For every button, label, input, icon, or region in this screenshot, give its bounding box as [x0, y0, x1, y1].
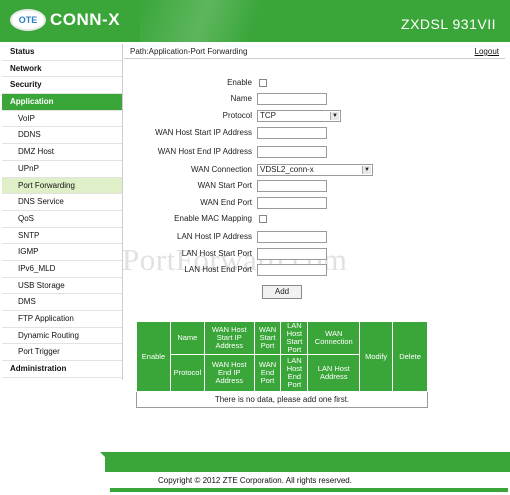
- sidebar-item-ipv6-mld[interactable]: IPv6_MLD: [2, 261, 122, 278]
- wan-start-port-input[interactable]: [257, 180, 327, 192]
- sidebar-item-igmp[interactable]: IGMP: [2, 244, 122, 261]
- sidebar-item-dmz-host[interactable]: DMZ Host: [2, 144, 122, 161]
- col-wan-start-port: WAN Start Port: [253, 321, 282, 355]
- breadcrumb-path: Path:Application-Port Forwarding: [130, 47, 248, 56]
- sidebar-item-dynamic-routing[interactable]: Dynamic Routing: [2, 328, 122, 345]
- row-lan-ip: LAN Host IP Address: [124, 231, 504, 245]
- col-name: Name: [169, 321, 205, 355]
- lan-start-port-label: LAN Host Start Port: [181, 249, 252, 258]
- wan-connection-select[interactable]: VDSL2_conn-x ▼: [257, 164, 373, 176]
- sidebar-item-voip[interactable]: VoIP: [2, 111, 122, 128]
- breadcrumb: Path:Application-Port Forwarding Logout: [124, 45, 505, 59]
- sidebar-item-port-trigger[interactable]: Port Trigger: [2, 344, 122, 362]
- footer: Copyright © 2012 ZTE Corporation. All ri…: [0, 452, 510, 495]
- wan-start-ip-input[interactable]: [257, 127, 327, 139]
- sidebar-item-qos[interactable]: QoS: [2, 211, 122, 228]
- lan-end-port-input[interactable]: [257, 264, 327, 276]
- col-lan-end-port: LAN Host End Port: [280, 354, 309, 392]
- enable-checkbox[interactable]: [259, 79, 267, 87]
- col-protocol: Protocol: [169, 354, 205, 392]
- sidebar-item-sntp[interactable]: SNTP: [2, 228, 122, 245]
- sidebar-item-dns-service[interactable]: DNS Service: [2, 194, 122, 211]
- sidebar-item-administration[interactable]: Administration: [2, 361, 122, 378]
- header-decoration: [140, 0, 300, 42]
- row-enable-mac: Enable MAC Mapping: [124, 213, 504, 227]
- enable-mac-label: Enable MAC Mapping: [174, 214, 252, 223]
- row-name: Name: [124, 93, 504, 107]
- lan-start-port-input[interactable]: [257, 248, 327, 260]
- col-wan-end-ip: WAN Host End IP Address: [203, 354, 255, 392]
- wan-connection-select-value: VDSL2_conn-x: [260, 165, 314, 174]
- row-enable: Enable: [124, 77, 504, 91]
- ote-logo-badge: OTE: [10, 9, 46, 31]
- sidebar-item-application[interactable]: Application: [2, 94, 122, 111]
- name-label: Name: [230, 94, 252, 103]
- sidebar-item-network[interactable]: Network: [2, 61, 122, 78]
- col-modify: Modify: [359, 321, 394, 392]
- footer-bar: [105, 452, 510, 472]
- lan-ip-input[interactable]: [257, 231, 327, 243]
- enable-mac-checkbox[interactable]: [259, 215, 267, 223]
- sidebar-nav: Status Network Security Application VoIP…: [2, 44, 122, 378]
- row-wan-end-ip: WAN Host End IP Address: [124, 146, 504, 160]
- lan-ip-label: LAN Host IP Address: [177, 232, 252, 241]
- col-enable: Enable: [136, 321, 171, 392]
- header-banner: OTE CONN-X ZXDSL 931VII: [0, 0, 510, 42]
- sidebar-item-security[interactable]: Security: [2, 77, 122, 95]
- sidebar-divider: [122, 44, 123, 380]
- protocol-select[interactable]: TCP ▼: [257, 110, 341, 122]
- table-empty-message: There is no data, please add one first.: [136, 391, 428, 408]
- footer-line: [110, 488, 508, 492]
- col-wan-end-port: WAN End Port: [253, 354, 282, 392]
- row-lan-end-port: LAN Host End Port: [124, 264, 504, 278]
- copyright-text: Copyright © 2012 ZTE Corporation. All ri…: [158, 476, 352, 485]
- chevron-down-icon: ▼: [362, 166, 371, 174]
- wan-end-ip-input[interactable]: [257, 146, 327, 158]
- sidebar-item-upnp[interactable]: UPnP: [2, 161, 122, 178]
- row-lan-start-port: LAN Host Start Port: [124, 248, 504, 262]
- row-wan-end-port: WAN End Port: [124, 197, 504, 211]
- col-lan-start-port: LAN Host Start Port: [280, 321, 309, 355]
- sidebar-item-dms[interactable]: DMS: [2, 294, 122, 311]
- row-protocol: Protocol TCP ▼: [124, 110, 504, 124]
- col-wan-start-ip: WAN Host Start IP Address: [203, 321, 255, 355]
- brand-name: CONN-X: [50, 10, 121, 29]
- col-lan-host-address: LAN Host Address: [307, 354, 361, 392]
- enable-label: Enable: [227, 78, 252, 87]
- sidebar-item-ddns[interactable]: DDNS: [2, 127, 122, 145]
- brand-logo: OTE CONN-X: [10, 9, 120, 31]
- sidebar-item-status[interactable]: Status: [2, 44, 122, 61]
- port-forwarding-table: Enable Name WAN Host Start IP Address WA…: [136, 321, 428, 408]
- name-input[interactable]: [257, 93, 327, 105]
- logout-link[interactable]: Logout: [475, 45, 499, 59]
- wan-end-port-input[interactable]: [257, 197, 327, 209]
- wan-connection-label: WAN Connection: [190, 165, 252, 174]
- sidebar-item-port-forwarding[interactable]: Port Forwarding: [2, 177, 122, 195]
- col-delete: Delete: [392, 321, 428, 392]
- row-wan-connection: WAN Connection VDSL2_conn-x ▼: [124, 164, 504, 178]
- wan-end-ip-label: WAN Host End IP Address: [157, 147, 252, 156]
- sidebar-item-ftp-application[interactable]: FTP Application: [2, 311, 122, 328]
- row-wan-start-ip: WAN Host Start IP Address: [124, 127, 504, 141]
- lan-end-port-label: LAN Host End Port: [184, 265, 252, 274]
- wan-start-port-label: WAN Start Port: [197, 181, 252, 190]
- protocol-label: Protocol: [222, 111, 252, 120]
- device-model: ZXDSL 931VII: [401, 16, 496, 32]
- add-button[interactable]: Add: [262, 285, 302, 299]
- wan-start-ip-label: WAN Host Start IP Address: [155, 128, 252, 137]
- chevron-down-icon: ▼: [330, 112, 339, 120]
- col-wan-connection: WAN Connection: [307, 321, 361, 355]
- sidebar-item-usb-storage[interactable]: USB Storage: [2, 278, 122, 295]
- wan-end-port-label: WAN End Port: [200, 198, 252, 207]
- row-wan-start-port: WAN Start Port: [124, 180, 504, 194]
- protocol-select-value: TCP: [260, 111, 276, 120]
